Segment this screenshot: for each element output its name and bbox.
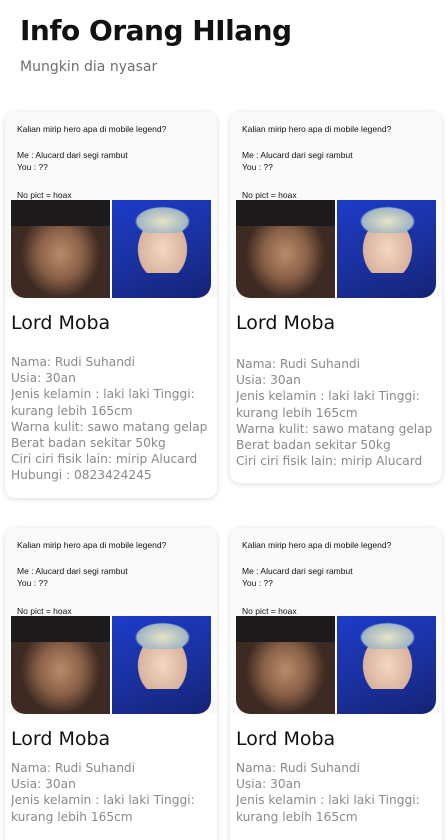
detail-warna-kulit: Warna kulit: sawo matang gelap xyxy=(236,421,433,436)
missing-person-card[interactable]: Kalian mirip hero apa di mobile legend? … xyxy=(5,528,217,840)
detail-jenis-kelamin: Jenis kelamin : laki laki Tinggi: kurang… xyxy=(236,793,420,824)
card-title: Lord Moba xyxy=(236,312,336,334)
page-header: Info Orang HIlang Mungkin dia nyasar xyxy=(20,14,292,75)
card-details: Nama: Rudi Suhandi Usia: 30an Jenis kela… xyxy=(11,760,211,825)
detail-nama: Nama: Rudi Suhandi xyxy=(236,357,361,371)
person-photo xyxy=(236,616,335,714)
meme-nopict-text: No pict = hoax xyxy=(242,606,297,616)
detail-warna-kulit: Warna kulit: sawo matang gelap xyxy=(11,419,208,434)
meme-you-text: You : ?? xyxy=(17,578,48,588)
detail-usia: Usia: 30an xyxy=(236,777,301,792)
page-subtitle: Mungkin dia nyasar xyxy=(20,59,158,75)
meme-photos xyxy=(11,200,211,298)
meme-nopict-text: No pict = hoax xyxy=(17,190,72,200)
hero-photo xyxy=(337,616,436,714)
detail-nama: Nama: Rudi Suhandi xyxy=(11,355,136,369)
meme-photos xyxy=(236,200,436,298)
meme-question-text: Kalian mirip hero apa di mobile legend? xyxy=(242,540,392,550)
meme-you-text: You : ?? xyxy=(17,162,48,172)
missing-person-card[interactable]: Kalian mirip hero apa di mobile legend? … xyxy=(230,112,442,484)
card-title: Lord Moba xyxy=(236,728,336,750)
detail-hubungi: Hubungi : 0823424245 xyxy=(11,468,152,483)
detail-berat: Berat badan sekitar 50kg xyxy=(11,436,166,451)
detail-usia: Usia: 30an xyxy=(236,373,301,388)
meme-me-text: Me : Alucard dari segi rambut xyxy=(242,566,353,576)
detail-usia: Usia: 30an xyxy=(11,371,76,386)
card-details: Nama: Rudi Suhandi Usia: 30an Jenis kela… xyxy=(236,356,436,469)
detail-jenis-kelamin: Jenis kelamin : laki laki Tinggi: kurang… xyxy=(236,389,420,420)
meme-question-text: Kalian mirip hero apa di mobile legend? xyxy=(242,124,392,134)
detail-jenis-kelamin: Jenis kelamin : laki laki Tinggi: kurang… xyxy=(11,793,195,824)
meme-nopict-text: No pict = hoax xyxy=(17,606,72,616)
detail-ciri: Ciri ciri fisik lain: mirip Alucard xyxy=(236,454,423,469)
meme-you-text: You : ?? xyxy=(242,578,273,588)
meme-question-text: Kalian mirip hero apa di mobile legend? xyxy=(17,540,167,550)
card-title: Lord Moba xyxy=(11,312,111,334)
detail-jenis-kelamin: Jenis kelamin : laki laki Tinggi: kurang… xyxy=(11,387,195,418)
card-details: Nama: Rudi Suhandi Usia: 30an Jenis kela… xyxy=(236,760,436,825)
card-image: Kalian mirip hero apa di mobile legend? … xyxy=(230,112,442,298)
meme-nopict-text: No pict = hoax xyxy=(242,190,297,200)
meme-photos xyxy=(11,616,211,714)
person-photo xyxy=(236,200,335,298)
meme-question-text: Kalian mirip hero apa di mobile legend? xyxy=(17,124,167,134)
person-photo xyxy=(11,200,110,298)
card-image: Kalian mirip hero apa di mobile legend? … xyxy=(5,528,217,714)
hero-photo xyxy=(112,616,211,714)
card-title: Lord Moba xyxy=(11,728,111,750)
hero-photo xyxy=(337,200,436,298)
detail-usia: Usia: 30an xyxy=(11,777,76,792)
person-photo xyxy=(11,616,110,714)
card-details: Nama: Rudi Suhandi Usia: 30an Jenis kela… xyxy=(11,354,211,484)
meme-you-text: You : ?? xyxy=(242,162,273,172)
detail-berat: Berat badan sekitar 50kg xyxy=(236,438,391,453)
detail-nama: Nama: Rudi Suhandi xyxy=(11,761,136,775)
detail-nama: Nama: Rudi Suhandi xyxy=(236,761,361,775)
card-image: Kalian mirip hero apa di mobile legend? … xyxy=(5,112,217,298)
page-title: Info Orang HIlang xyxy=(20,14,292,47)
card-image: Kalian mirip hero apa di mobile legend? … xyxy=(230,528,442,714)
meme-me-text: Me : Alucard dari segi rambut xyxy=(17,566,128,576)
meme-me-text: Me : Alucard dari segi rambut xyxy=(17,150,128,160)
missing-person-card[interactable]: Kalian mirip hero apa di mobile legend? … xyxy=(5,112,217,498)
meme-me-text: Me : Alucard dari segi rambut xyxy=(242,150,353,160)
detail-ciri: Ciri ciri fisik lain: mirip Alucard xyxy=(11,452,198,467)
missing-person-card[interactable]: Kalian mirip hero apa di mobile legend? … xyxy=(230,528,442,840)
hero-photo xyxy=(112,200,211,298)
meme-photos xyxy=(236,616,436,714)
